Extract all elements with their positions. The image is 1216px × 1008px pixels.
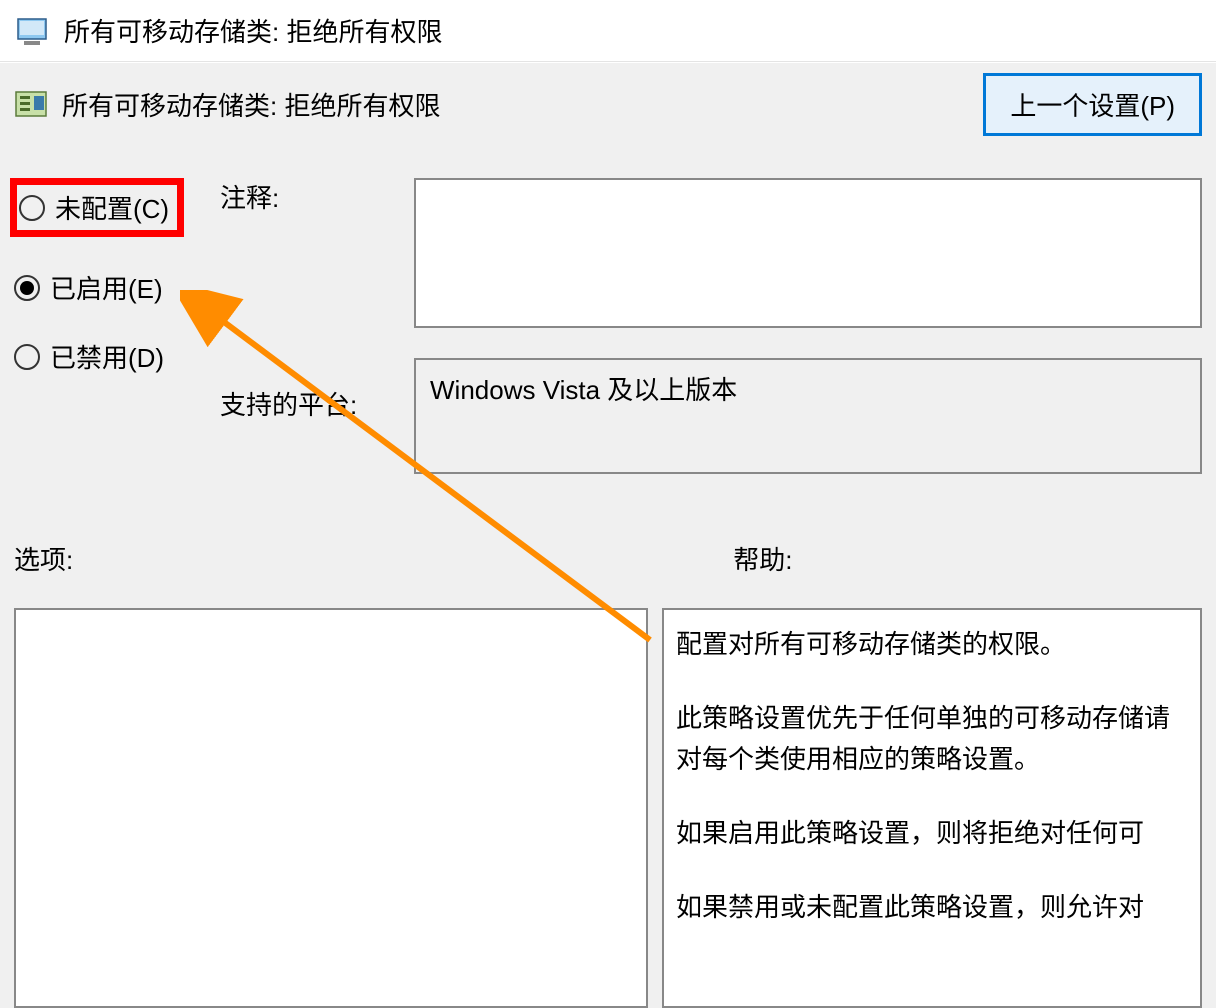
highlight-annotation: 未配置(C)	[10, 178, 184, 237]
radio-icon	[19, 195, 45, 221]
options-pane	[14, 608, 648, 1008]
section-labels: 选项: 帮助:	[0, 540, 1216, 577]
labels-column: 注释: 支持的平台:	[214, 160, 414, 474]
main-area: 未配置(C) 已启用(E) 已禁用(D) 注释: 支持的平台: Windows …	[0, 150, 1216, 474]
options-label: 选项:	[14, 540, 73, 577]
help-paragraph: 如果禁用或未配置此策略设置，则允许对	[676, 887, 1188, 927]
window-title: 所有可移动存储类: 拒绝所有权限	[64, 12, 442, 49]
fields-column: Windows Vista 及以上版本	[414, 160, 1202, 474]
platform-label: 支持的平台:	[220, 385, 414, 422]
content-panes: 配置对所有可移动存储类的权限。 此策略设置优先于任何单独的可移动存储请对每个类使…	[0, 608, 1216, 1008]
tab-policy-icon	[14, 88, 48, 122]
previous-setting-button[interactable]: 上一个设置(P)	[983, 73, 1202, 136]
radio-label: 已禁用(D)	[50, 338, 164, 375]
radio-dot-icon	[20, 281, 34, 295]
radio-label: 已启用(E)	[50, 269, 163, 306]
help-pane: 配置对所有可移动存储类的权限。 此策略设置优先于任何单独的可移动存储请对每个类使…	[662, 608, 1202, 1008]
tab-bar: 所有可移动存储类: 拒绝所有权限 上一个设置(P)	[0, 62, 1216, 150]
help-paragraph: 如果启用此策略设置，则将拒绝对任何可	[676, 813, 1188, 853]
help-paragraph: 配置对所有可移动存储类的权限。	[676, 624, 1188, 664]
radio-disabled[interactable]: 已禁用(D)	[14, 338, 214, 375]
radio-not-configured[interactable]: 未配置(C)	[14, 178, 214, 237]
radio-label: 未配置(C)	[55, 189, 169, 226]
policy-icon	[14, 13, 50, 49]
help-label: 帮助:	[733, 540, 792, 577]
radio-icon	[14, 344, 40, 370]
title-bar: 所有可移动存储类: 拒绝所有权限	[0, 0, 1216, 62]
radio-enabled[interactable]: 已启用(E)	[14, 269, 214, 306]
radio-group: 未配置(C) 已启用(E) 已禁用(D)	[14, 160, 214, 474]
help-paragraph: 此策略设置优先于任何单独的可移动存储请对每个类使用相应的策略设置。	[676, 698, 1188, 779]
policy-name: 所有可移动存储类: 拒绝所有权限	[62, 86, 983, 123]
note-label: 注释:	[220, 178, 414, 215]
supported-platform-box: Windows Vista 及以上版本	[414, 358, 1202, 474]
note-textarea[interactable]	[414, 178, 1202, 328]
radio-icon	[14, 275, 40, 301]
